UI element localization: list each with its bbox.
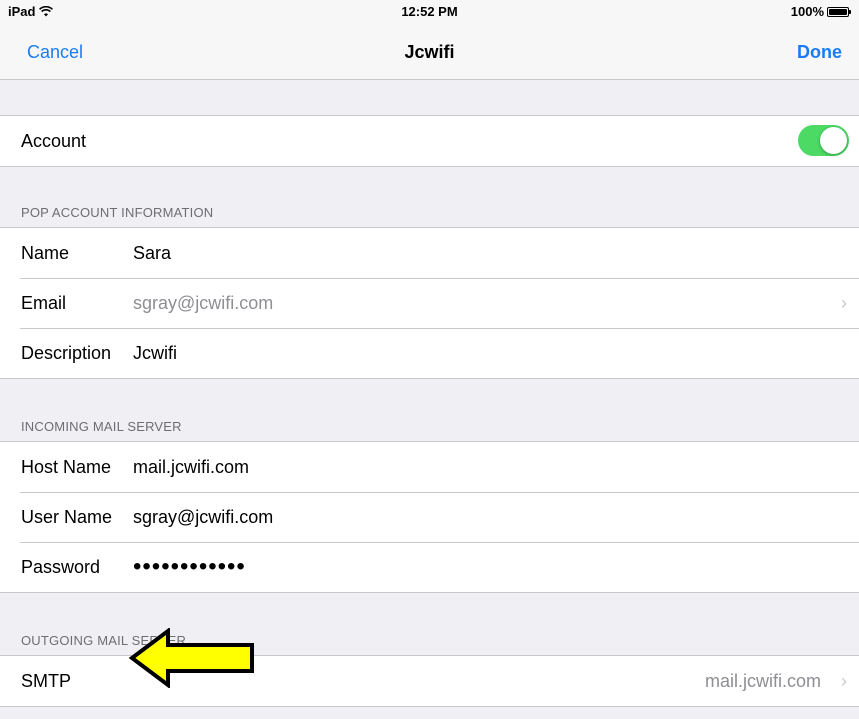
navigation-bar: Cancel Jcwifi Done [0,22,859,80]
battery-percent: 100% [790,4,824,19]
email-field[interactable]: sgray@jcwifi.com [133,293,273,314]
user-name-row[interactable]: User Name sgray@jcwifi.com [0,492,859,542]
done-button[interactable]: Done [797,42,842,63]
pop-section-header: POP ACCOUNT INFORMATION [21,205,214,220]
status-right: 100% [790,4,851,19]
status-time: 12:52 PM [401,4,458,19]
name-field[interactable]: Sara [133,243,171,264]
page-title: Jcwifi [404,42,455,62]
chevron-right-icon: › [841,293,847,313]
incoming-server-group: Host Name mail.jcwifi.com User Name sgra… [0,441,859,593]
name-label: Name [21,243,70,263]
password-field[interactable]: •••••••••••• [133,553,246,581]
account-toggle[interactable] [798,125,849,156]
email-label: Email [21,293,67,313]
status-bar: iPad 12:52 PM 100% [0,0,859,22]
chevron-right-icon: › [841,671,847,691]
account-group: Account [0,115,859,167]
battery-icon [827,6,851,17]
description-field[interactable]: Jcwifi [133,343,177,364]
smtp-label: SMTP [21,671,72,691]
host-name-label: Host Name [21,457,112,477]
password-row[interactable]: Password •••••••••••• [0,542,859,592]
email-row[interactable]: Email sgray@jcwifi.com › [0,278,859,328]
arrow-left-icon [128,628,254,688]
incoming-section-header: INCOMING MAIL SERVER [21,419,182,434]
account-row: Account [0,116,859,166]
user-name-field[interactable]: sgray@jcwifi.com [133,507,273,528]
description-label: Description [21,343,112,363]
user-name-label: User Name [21,507,113,527]
pop-account-group: Name Sara Email sgray@jcwifi.com › Descr… [0,227,859,379]
smtp-server-value: mail.jcwifi.com [704,671,821,691]
name-row[interactable]: Name Sara [0,228,859,278]
account-label: Account [21,131,87,151]
description-row[interactable]: Description Jcwifi [0,328,859,378]
host-name-field[interactable]: mail.jcwifi.com [133,457,249,478]
host-name-row[interactable]: Host Name mail.jcwifi.com [0,442,859,492]
password-label: Password [21,557,101,577]
toggle-knob [820,127,847,154]
